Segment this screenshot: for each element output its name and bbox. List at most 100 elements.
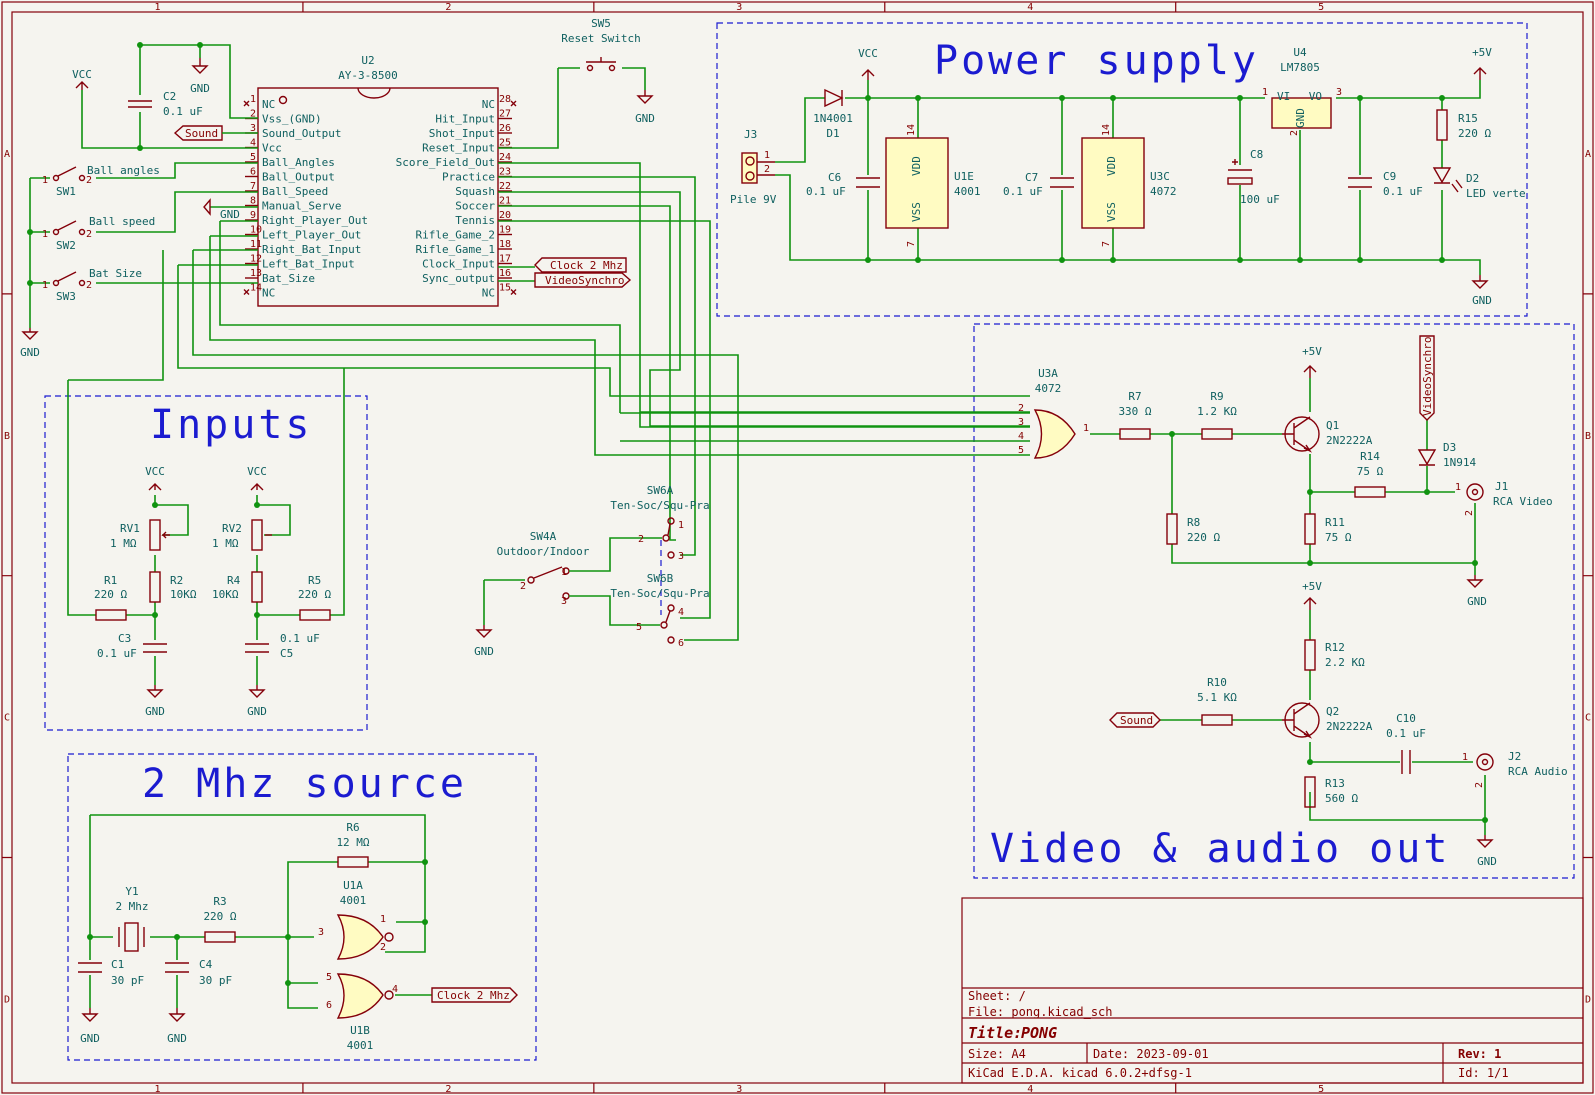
pin-number: 12 [250, 254, 262, 265]
pin-num: 2 [1289, 130, 1300, 136]
c2-value: 0.1 uF [163, 105, 203, 118]
sw6b-value: Ten-Soc/Squ-Pra [610, 587, 709, 600]
pin-number: 9 [250, 210, 256, 221]
gnd-label: GND [20, 346, 40, 359]
pin-name: Manual_Serve [262, 200, 341, 213]
border-col-label: 3 [736, 2, 742, 13]
junction-dot [137, 145, 143, 151]
d3-ref: D3 [1443, 441, 1456, 454]
pin-num: 7 [1101, 241, 1112, 247]
c6-ref: C6 [828, 171, 841, 184]
r11-ref: R11 [1325, 516, 1345, 529]
title-block-tool: KiCad E.D.A. kicad 6.0.2+dfsg-1 [968, 1066, 1192, 1080]
videosync-label-u2: VideoSynchro [534, 272, 632, 288]
u2-left-pins: 1 NC2 Vss_(GND)3 Sound_Output4 Vcc5 Ball_Angl… [243, 94, 368, 300]
r8-value: 220 Ω [1187, 531, 1220, 544]
vss-pin: VSS [910, 202, 923, 222]
rv2-ref: RV2 [222, 522, 242, 535]
u2-ref: U2 [361, 54, 374, 67]
c8-value: 100 uF [1240, 193, 1280, 206]
sw1-ref: SW1 [56, 185, 76, 198]
u1a-nor-gate: U1A 4001 3 1 2 [318, 879, 394, 960]
pin-number: 26 [499, 123, 511, 134]
sw6a-value: Ten-Soc/Squ-Pra [610, 499, 709, 512]
junction-dot [137, 42, 143, 48]
c6-capacitor: C6 0.1 uF [806, 171, 880, 198]
schematic-sheet: 1122334455A AB BC CD D Power supply Inputs 2… [1, 1, 1594, 1095]
u1e-value: 4001 [954, 185, 981, 198]
videosync-text: VideoSynchro [1421, 337, 1434, 416]
r4-ref: R4 [227, 574, 241, 587]
pin-name: Vss_(GND) [262, 113, 322, 126]
pin-name: NC [262, 98, 275, 111]
pin-number: 17 [499, 254, 511, 265]
pin-num: 1 [42, 280, 48, 291]
pin-num: 3 [1336, 87, 1342, 98]
sw5-ref: SW5 [591, 17, 611, 30]
pin-number: 10 [250, 225, 262, 236]
r7-resistor: R7 330 Ω [1118, 390, 1152, 440]
y1-value: 2 Mhz [115, 900, 148, 913]
u2-pin: 9 Right_Player_Out [245, 210, 368, 227]
j1-ref: J1 [1495, 480, 1508, 493]
pin-num: 2 [638, 534, 644, 545]
sound-label: Sound [173, 125, 258, 141]
u1b-nor-gate: 5 6 4 U1B 4001 [326, 972, 398, 1052]
c10-ref: C10 [1396, 712, 1416, 725]
border-col-label: 4 [1027, 1084, 1033, 1095]
junction-dot [174, 934, 180, 940]
gnd-label: GND [167, 1032, 187, 1045]
junction-dot [1059, 95, 1065, 101]
junction-dot [27, 280, 33, 286]
pin-number: 11 [250, 239, 262, 250]
pin-num: 2 [86, 280, 92, 291]
r1-ref: R1 [104, 574, 117, 587]
border-row-label: D [4, 994, 10, 1005]
r11-value: 75 Ω [1325, 531, 1352, 544]
j2-ref: J2 [1508, 750, 1521, 763]
border-col-label: 1 [154, 2, 160, 13]
vcc-label: VCC [72, 68, 92, 81]
c5-value: 0.1 uF [280, 632, 320, 645]
gnd-label: GND [145, 705, 165, 718]
junction-dot [285, 980, 291, 986]
r6-ref: R6 [346, 821, 359, 834]
r12-ref: R12 [1325, 641, 1345, 654]
pin-num: 2 [764, 164, 770, 175]
title-block-sheet: Sheet: / [968, 989, 1026, 1003]
u2-pin: 2 Vss_(GND) [245, 109, 322, 126]
pin-num: 14 [1101, 124, 1112, 136]
plus5v-label: +5V [1302, 580, 1322, 593]
u2-pin: 3 Sound_Output [245, 123, 341, 140]
j2-value: RCA Audio [1508, 765, 1568, 778]
pin-number: 13 [250, 268, 262, 279]
gnd-label: GND [1472, 294, 1492, 307]
j3-ref: J3 [744, 128, 757, 141]
no-connect-mark [510, 100, 517, 107]
r13-ref: R13 [1325, 777, 1345, 790]
sw3-ref: SW3 [56, 290, 76, 303]
r2-resistor: R2 10KΩ [149, 571, 197, 603]
junction-dot [865, 257, 871, 263]
pin-number: 19 [499, 225, 511, 236]
pin-number: 7 [250, 181, 256, 192]
junction-dot [1307, 759, 1313, 765]
pin-name: Vcc [262, 142, 282, 155]
c4-ref: C4 [199, 958, 213, 971]
r10-value: 5.1 KΩ [1197, 691, 1237, 704]
pin-name: Practice [442, 171, 495, 184]
pin-name: Bat_Size [262, 272, 315, 285]
sw5-reset-switch: SW5 Reset Switch GND [561, 17, 655, 125]
u1b-ref: U1B [350, 1024, 370, 1037]
pin-number: 27 [499, 109, 511, 120]
r5-resistor: R5 220 Ω [298, 574, 331, 621]
pin-num: 1 [1262, 87, 1268, 98]
vdd-pin: VDD [1105, 156, 1118, 176]
r5-value: 220 Ω [298, 588, 331, 601]
gnd-pin: GND [1294, 108, 1307, 128]
vdd-pin: VDD [910, 156, 923, 176]
j3-value: Pile 9V [730, 193, 777, 206]
pin-name: Ball_Angles [262, 156, 335, 169]
junction-dot [1357, 257, 1363, 263]
pin-num: 7 [906, 241, 917, 247]
